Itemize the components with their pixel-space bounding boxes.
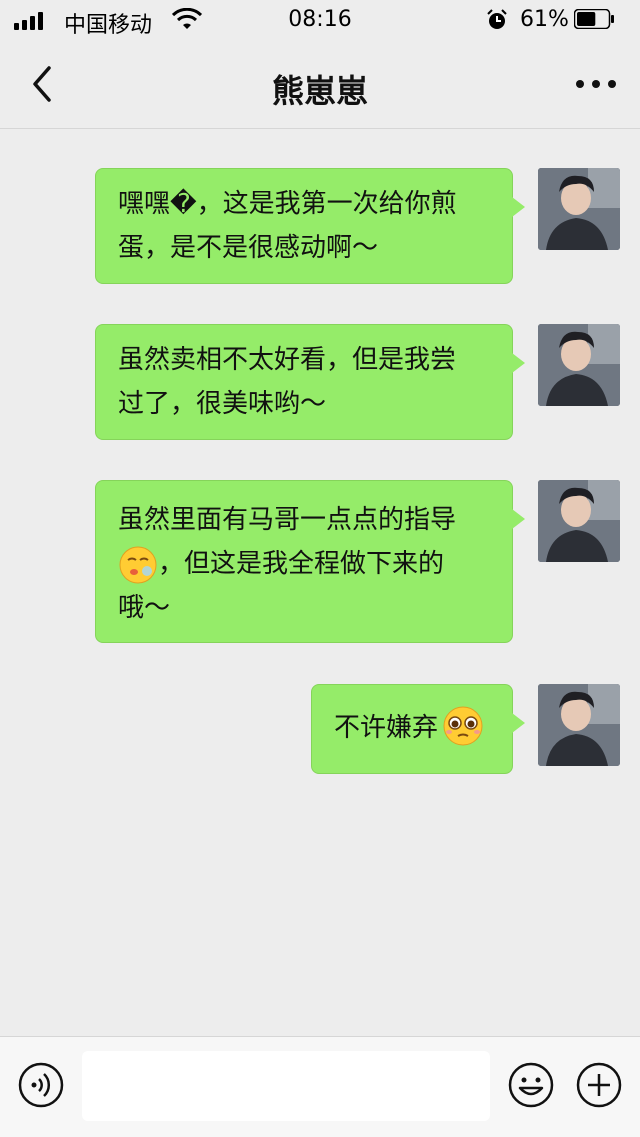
message-bubble[interactable]: 不许嫌弃 <box>311 684 525 774</box>
avatar[interactable] <box>538 684 620 766</box>
status-bar: 中国移动 08:16 61% <box>0 0 640 40</box>
message-text-line: 过了，很美味哟～ <box>118 389 327 419</box>
message-text-line: 哦～ <box>118 593 171 623</box>
message-list[interactable]: 嘿嘿�，这是我第一次给你煎 蛋，是不是很感动啊～ 虽然卖相不太好看，但是我尝 过… <box>0 129 640 1035</box>
more-button[interactable] <box>572 70 620 98</box>
avatar[interactable] <box>538 480 620 562</box>
avatar-photo <box>538 684 620 766</box>
message-bubble[interactable]: 虽然里面有马哥一点点的指导 ，但这是我全程做下来的 哦～ <box>95 480 525 643</box>
battery-icon <box>574 9 614 29</box>
message-text-line: 嘿嘿�，这是我第一次给你煎 <box>118 189 457 219</box>
message-text-line: 虽然卖相不太好看，但是我尝 <box>118 345 457 375</box>
sleepy-face-emoji <box>119 546 157 583</box>
chat-header: 熊崽崽 <box>0 40 640 129</box>
avatar-photo <box>538 324 620 406</box>
message-text-line: 蛋，是不是很感动啊～ <box>118 233 379 263</box>
avatar[interactable] <box>538 324 620 406</box>
alarm-icon <box>487 9 507 29</box>
emoji-button[interactable] <box>508 1062 554 1108</box>
message-text-line: 虽然里面有马哥一点点的指导 <box>118 505 457 535</box>
page-title: 熊崽崽 <box>271 72 368 110</box>
message-bubble[interactable]: 嘿嘿�，这是我第一次给你煎 蛋，是不是很感动啊～ <box>95 168 525 284</box>
plus-button[interactable] <box>576 1062 622 1108</box>
message-text-line: ，但这是我全程做下来的 <box>158 549 445 579</box>
message-input[interactable] <box>82 1051 490 1121</box>
avatar-photo <box>538 480 620 562</box>
input-bar <box>0 1036 640 1137</box>
voice-button[interactable] <box>18 1062 64 1108</box>
avatar[interactable] <box>538 168 620 250</box>
avatar-photo <box>538 168 620 250</box>
pleading-face-emoji <box>443 706 483 745</box>
message-text-line: 不许嫌弃 <box>334 713 439 743</box>
battery-percent: 61% <box>520 7 569 32</box>
message-bubble[interactable]: 虽然卖相不太好看，但是我尝 过了，很美味哟～ <box>95 324 525 440</box>
